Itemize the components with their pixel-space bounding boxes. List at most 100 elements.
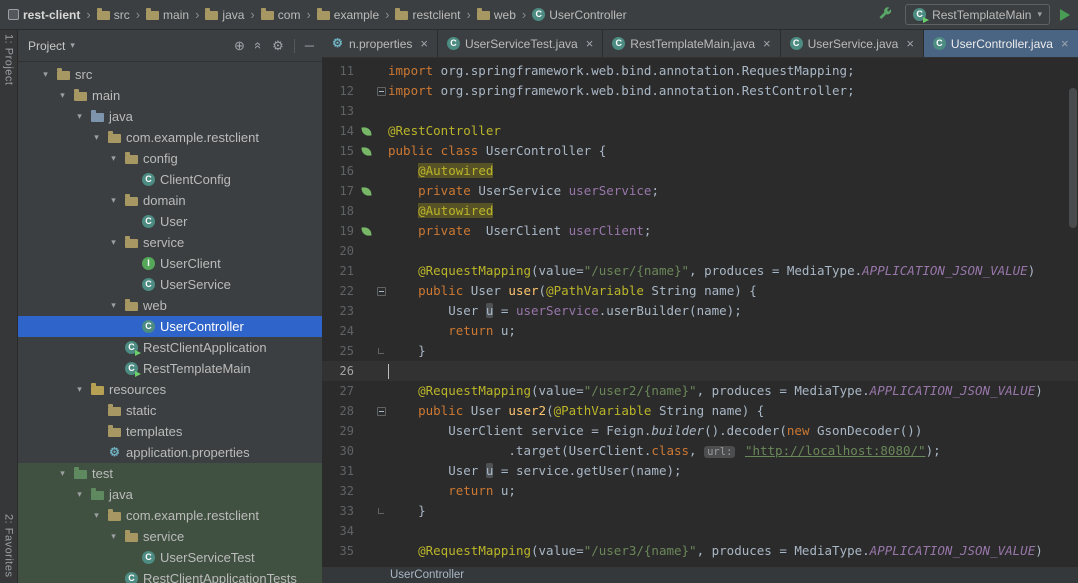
fold-marker-icon[interactable] — [378, 348, 384, 354]
tree-item-com-example-restclient[interactable]: ▾com.example.restclient — [18, 127, 322, 148]
line-number[interactable]: 29 — [322, 421, 358, 441]
expand-arrow-icon[interactable]: ▾ — [56, 90, 69, 101]
line-number[interactable]: 18 — [322, 201, 358, 221]
line-number[interactable]: 32 — [322, 481, 358, 501]
code-line-11[interactable]: 11import org.springframework.web.bind.an… — [322, 61, 1078, 81]
tree-item-main[interactable]: ▾main — [18, 85, 322, 106]
breadcrumb-rest-client[interactable]: rest-client — [6, 7, 82, 23]
hide-panel-icon[interactable]: ─ — [305, 38, 314, 53]
code-line-27[interactable]: 27 @RequestMapping(value="/user2/{name}"… — [322, 381, 1078, 401]
close-icon[interactable]: × — [763, 37, 771, 50]
breadcrumb-main[interactable]: main — [144, 7, 191, 23]
line-number[interactable]: 22 — [322, 281, 358, 301]
expand-arrow-icon[interactable]: ▾ — [73, 384, 86, 395]
tree-item-clientconfig[interactable]: CClientConfig — [18, 169, 322, 190]
run-config-select[interactable]: C RestTemplateMain ▾ — [905, 4, 1050, 25]
close-icon[interactable]: × — [586, 37, 594, 50]
close-icon[interactable]: × — [906, 37, 914, 50]
tree-item-java[interactable]: ▾java — [18, 484, 322, 505]
line-number[interactable]: 27 — [322, 381, 358, 401]
line-number[interactable]: 16 — [322, 161, 358, 181]
expand-arrow-icon[interactable]: ▾ — [39, 69, 52, 80]
line-number[interactable]: 20 — [322, 241, 358, 261]
line-number[interactable]: 25 — [322, 341, 358, 361]
code-line-12[interactable]: 12import org.springframework.web.bind.an… — [322, 81, 1078, 101]
breadcrumb-src[interactable]: src — [95, 7, 132, 23]
wrench-icon[interactable] — [875, 5, 895, 25]
line-number[interactable]: 28 — [322, 401, 358, 421]
line-number[interactable]: 30 — [322, 441, 358, 461]
line-number[interactable]: 34 — [322, 521, 358, 541]
line-number[interactable]: 31 — [322, 461, 358, 481]
expand-arrow-icon[interactable]: ▾ — [73, 489, 86, 500]
code-line-30[interactable]: 30 .target(UserClient.class, url: "http:… — [322, 441, 1078, 461]
tree-item-test[interactable]: ▾test — [18, 463, 322, 484]
code-line-21[interactable]: 21 @RequestMapping(value="/user/{name}",… — [322, 261, 1078, 281]
line-number[interactable]: 12 — [322, 81, 358, 101]
code-line-15[interactable]: 15public class UserController { — [322, 141, 1078, 161]
tree-item-service[interactable]: ▾service — [18, 232, 322, 253]
breadcrumb-class-item[interactable]: UserController — [390, 569, 464, 581]
line-number[interactable]: 26 — [322, 361, 358, 381]
line-number[interactable]: 35 — [322, 541, 358, 561]
tree-item-domain[interactable]: ▾domain — [18, 190, 322, 211]
spring-bean-icon[interactable] — [361, 126, 371, 136]
line-number[interactable]: 21 — [322, 261, 358, 281]
stripe-favorites-button[interactable]: 2: Favorites — [3, 514, 15, 577]
code-line-23[interactable]: 23 User u = userService.userBuilder(name… — [322, 301, 1078, 321]
fold-marker-icon[interactable] — [377, 87, 386, 96]
project-view-selector[interactable]: Project ▾ — [28, 39, 75, 53]
line-number[interactable]: 33 — [322, 501, 358, 521]
fold-marker-icon[interactable] — [377, 287, 386, 296]
expand-arrow-icon[interactable]: ▾ — [56, 468, 69, 479]
spring-bean-icon[interactable] — [361, 146, 371, 156]
breadcrumb-com[interactable]: com — [259, 7, 303, 23]
spring-bean-icon[interactable] — [361, 186, 371, 196]
collapse-all-icon[interactable]: « — [251, 42, 266, 49]
tree-item-restclientapplication[interactable]: CRestClientApplication — [18, 337, 322, 358]
expand-arrow-icon[interactable]: ▾ — [107, 153, 120, 164]
tree-item-com-example-restclient[interactable]: ▾com.example.restclient — [18, 505, 322, 526]
tree-item-service[interactable]: ▾service — [18, 526, 322, 547]
tree-item-usercontroller[interactable]: CUserController — [18, 316, 322, 337]
tree-item-src[interactable]: ▾src — [18, 64, 322, 85]
code-line-25[interactable]: 25 } — [322, 341, 1078, 361]
code-line-29[interactable]: 29 UserClient service = Feign.builder().… — [322, 421, 1078, 441]
tree-item-resources[interactable]: ▾resources — [18, 379, 322, 400]
tree-item-application-properties[interactable]: ⚙application.properties — [18, 442, 322, 463]
breadcrumb-web[interactable]: web — [475, 7, 518, 23]
tree-item-templates[interactable]: templates — [18, 421, 322, 442]
tree-item-userservice[interactable]: CUserService — [18, 274, 322, 295]
stripe-project-button[interactable]: 1: Project — [3, 34, 15, 85]
breadcrumb-example[interactable]: example — [315, 7, 381, 23]
tree-item-java[interactable]: ▾java — [18, 106, 322, 127]
code-line-24[interactable]: 24 return u; — [322, 321, 1078, 341]
code-line-14[interactable]: 14@RestController — [322, 121, 1078, 141]
code-line-31[interactable]: 31 User u = service.getUser(name); — [322, 461, 1078, 481]
tree-item-config[interactable]: ▾config — [18, 148, 322, 169]
code-line-17[interactable]: 17 private UserService userService; — [322, 181, 1078, 201]
tree-item-resttemplatemain[interactable]: CRestTemplateMain — [18, 358, 322, 379]
tree-item-userservicetest[interactable]: CUserServiceTest — [18, 547, 322, 568]
breadcrumb-java[interactable]: java — [203, 7, 246, 23]
code-line-34[interactable]: 34 — [322, 521, 1078, 541]
close-icon[interactable]: × — [420, 37, 428, 50]
expand-arrow-icon[interactable]: ▾ — [107, 300, 120, 311]
code-line-13[interactable]: 13 — [322, 101, 1078, 121]
line-number[interactable]: 17 — [322, 181, 358, 201]
breadcrumb-usercontroller[interactable]: CUserController — [530, 7, 628, 23]
line-number[interactable]: 24 — [322, 321, 358, 341]
tab-n-properties[interactable]: ⚙n.properties× — [322, 30, 438, 57]
code-line-20[interactable]: 20 — [322, 241, 1078, 261]
tree-item-static[interactable]: static — [18, 400, 322, 421]
line-number[interactable]: 23 — [322, 301, 358, 321]
tree-item-web[interactable]: ▾web — [18, 295, 322, 316]
line-number[interactable]: 14 — [322, 121, 358, 141]
expand-arrow-icon[interactable]: ▾ — [90, 510, 103, 521]
fold-marker-icon[interactable] — [378, 508, 384, 514]
expand-arrow-icon[interactable]: ▾ — [107, 237, 120, 248]
code-line-28[interactable]: 28 public User user2(@PathVariable Strin… — [322, 401, 1078, 421]
code-line-18[interactable]: 18 @Autowired — [322, 201, 1078, 221]
line-number[interactable]: 15 — [322, 141, 358, 161]
code-editor[interactable]: 11import org.springframework.web.bind.an… — [322, 58, 1078, 566]
